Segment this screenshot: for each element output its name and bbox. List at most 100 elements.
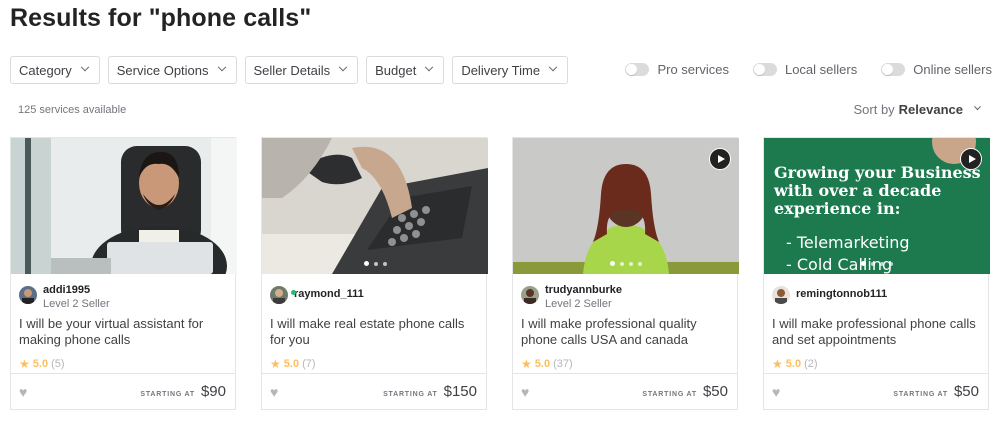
sort-value: Relevance (898, 102, 963, 117)
gig-image (11, 138, 237, 274)
seller-name[interactable]: raymond_111 (294, 288, 364, 300)
filter-label: Delivery Time (461, 62, 541, 78)
filter-delivery-time-button[interactable]: Delivery Time (452, 56, 569, 84)
seller-info[interactable]: trudyannburke Level 2 Seller (521, 282, 622, 312)
play-icon[interactable] (960, 148, 982, 170)
chevron-down-icon (80, 62, 89, 72)
card-footer: ♥ STARTING AT $50 (513, 373, 737, 409)
gig-title[interactable]: I will make real estate phone calls for … (270, 316, 478, 348)
carousel-dots[interactable] (513, 261, 739, 266)
play-icon[interactable] (709, 148, 731, 170)
filter-category-button[interactable]: Category (10, 56, 100, 84)
chevron-down-icon (217, 62, 226, 72)
rating-count: (37) (553, 358, 573, 370)
chevron-down-icon (548, 62, 558, 72)
carousel-dots[interactable] (764, 261, 990, 266)
seller-name[interactable]: remingtonnob111 (796, 288, 887, 300)
heart-icon[interactable]: ♥ (521, 384, 529, 400)
sort-prefix: Sort by (853, 102, 895, 117)
toggle-label: Local sellers (784, 62, 858, 77)
starting-at-label: STARTING AT (140, 391, 195, 398)
toggle-label: Pro services (657, 62, 729, 77)
chevron-down-icon (973, 103, 982, 111)
rating-count: (5) (51, 358, 65, 370)
image-headline-line: with over a decade (773, 181, 941, 200)
rating: ★ 5.0 (5) (19, 357, 65, 371)
starting-at-label: STARTING AT (642, 391, 697, 398)
rating-count: (7) (302, 358, 316, 370)
carousel-dots[interactable] (262, 261, 488, 266)
chevron-down-icon (338, 62, 348, 72)
heart-icon[interactable]: ♥ (270, 384, 278, 400)
sort-dropdown[interactable]: Sort by Relevance (853, 102, 982, 117)
price-block[interactable]: STARTING AT $50 (893, 383, 979, 400)
rating-value: 5.0 (534, 358, 551, 370)
seller-info[interactable]: raymond_111 (270, 282, 364, 312)
avatar[interactable] (19, 286, 37, 304)
gig-thumbnail[interactable] (262, 138, 488, 274)
gig-card[interactable]: Growing your Business with over a decade… (763, 137, 990, 410)
gig-title[interactable]: I will make professional phone calls and… (772, 316, 980, 348)
filter-service-options-button[interactable]: Service Options (107, 56, 237, 84)
rating-value: 5.0 (32, 358, 49, 370)
toggle-switch[interactable] (881, 63, 906, 76)
toggle-label: Online sellers (913, 62, 992, 77)
gig-thumbnail[interactable]: Growing your Business with over a decade… (764, 138, 990, 274)
rating-value: 5.0 (283, 358, 300, 370)
gig-card[interactable]: trudyannburke Level 2 Seller I will make… (512, 137, 739, 410)
price: $150 (443, 383, 477, 400)
gig-card[interactable]: raymond_111 I will make real estate phon… (261, 137, 488, 410)
gig-title[interactable]: I will make professional quality phone c… (521, 316, 729, 348)
avatar[interactable] (772, 286, 790, 304)
star-icon: ★ (270, 357, 281, 371)
gig-image (262, 138, 488, 274)
price: $90 (200, 383, 226, 400)
seller-name[interactable]: trudyannburke (545, 284, 622, 296)
chevron-down-icon (425, 62, 434, 72)
price-block[interactable]: STARTING AT $150 (383, 383, 477, 400)
filter-label: Service Options (116, 62, 209, 78)
filter-seller-details-button[interactable]: Seller Details (244, 56, 359, 84)
card-footer: ♥ STARTING AT $50 (764, 373, 988, 409)
toggle-switch[interactable] (752, 63, 777, 76)
star-icon: ★ (521, 357, 532, 371)
starting-at-label: STARTING AT (383, 391, 438, 398)
price-block[interactable]: STARTING AT $90 (140, 383, 226, 400)
seller-info[interactable]: remingtonnob111 (772, 282, 887, 312)
rating: ★ 5.0 (7) (270, 357, 316, 371)
avatar[interactable] (270, 286, 288, 304)
seller-name[interactable]: addi1995 (43, 284, 90, 296)
avatar[interactable] (521, 286, 539, 304)
filter-budget-button[interactable]: Budget (366, 56, 445, 84)
gig-thumbnail[interactable] (513, 138, 739, 274)
gig-card[interactable]: addi1995 Level 2 Seller I will be your v… (10, 137, 237, 410)
filter-bar: Category Service Options Seller Details … (10, 56, 569, 84)
image-headline-line: Growing your Business (774, 163, 981, 182)
gig-thumbnail[interactable] (11, 138, 237, 274)
price-block[interactable]: STARTING AT $50 (642, 383, 728, 400)
heart-icon[interactable]: ♥ (772, 384, 780, 400)
online-status-indicator (291, 290, 296, 295)
price: $50 (702, 383, 728, 400)
gig-title[interactable]: I will be your virtual assistant for mak… (19, 316, 227, 348)
gig-image: Growing your Business with over a decade… (764, 138, 990, 274)
star-icon: ★ (772, 357, 783, 371)
card-footer: ♥ STARTING AT $150 (262, 373, 486, 409)
rating: ★ 5.0 (37) (521, 357, 573, 371)
results-count: 125 services available (18, 104, 127, 116)
seller-info[interactable]: addi1995 Level 2 Seller (19, 282, 110, 312)
pro-services-toggle[interactable]: Pro services (625, 62, 729, 77)
seller-level: Level 2 Seller (545, 298, 612, 310)
rating: ★ 5.0 (2) (772, 357, 818, 371)
heart-icon[interactable]: ♥ (19, 384, 27, 400)
image-headline-line: experience in: (774, 199, 901, 218)
filter-label: Seller Details (253, 62, 331, 78)
rating-value: 5.0 (785, 358, 802, 370)
toggle-switch[interactable] (625, 63, 650, 76)
local-sellers-toggle[interactable]: Local sellers (752, 62, 858, 77)
page-title: Results for "phone calls" (10, 4, 312, 32)
image-bullet: - Telemarketing (786, 233, 910, 252)
filter-label: Budget (375, 62, 417, 78)
gig-grid: addi1995 Level 2 Seller I will be your v… (10, 137, 990, 410)
online-sellers-toggle[interactable]: Online sellers (881, 62, 992, 77)
